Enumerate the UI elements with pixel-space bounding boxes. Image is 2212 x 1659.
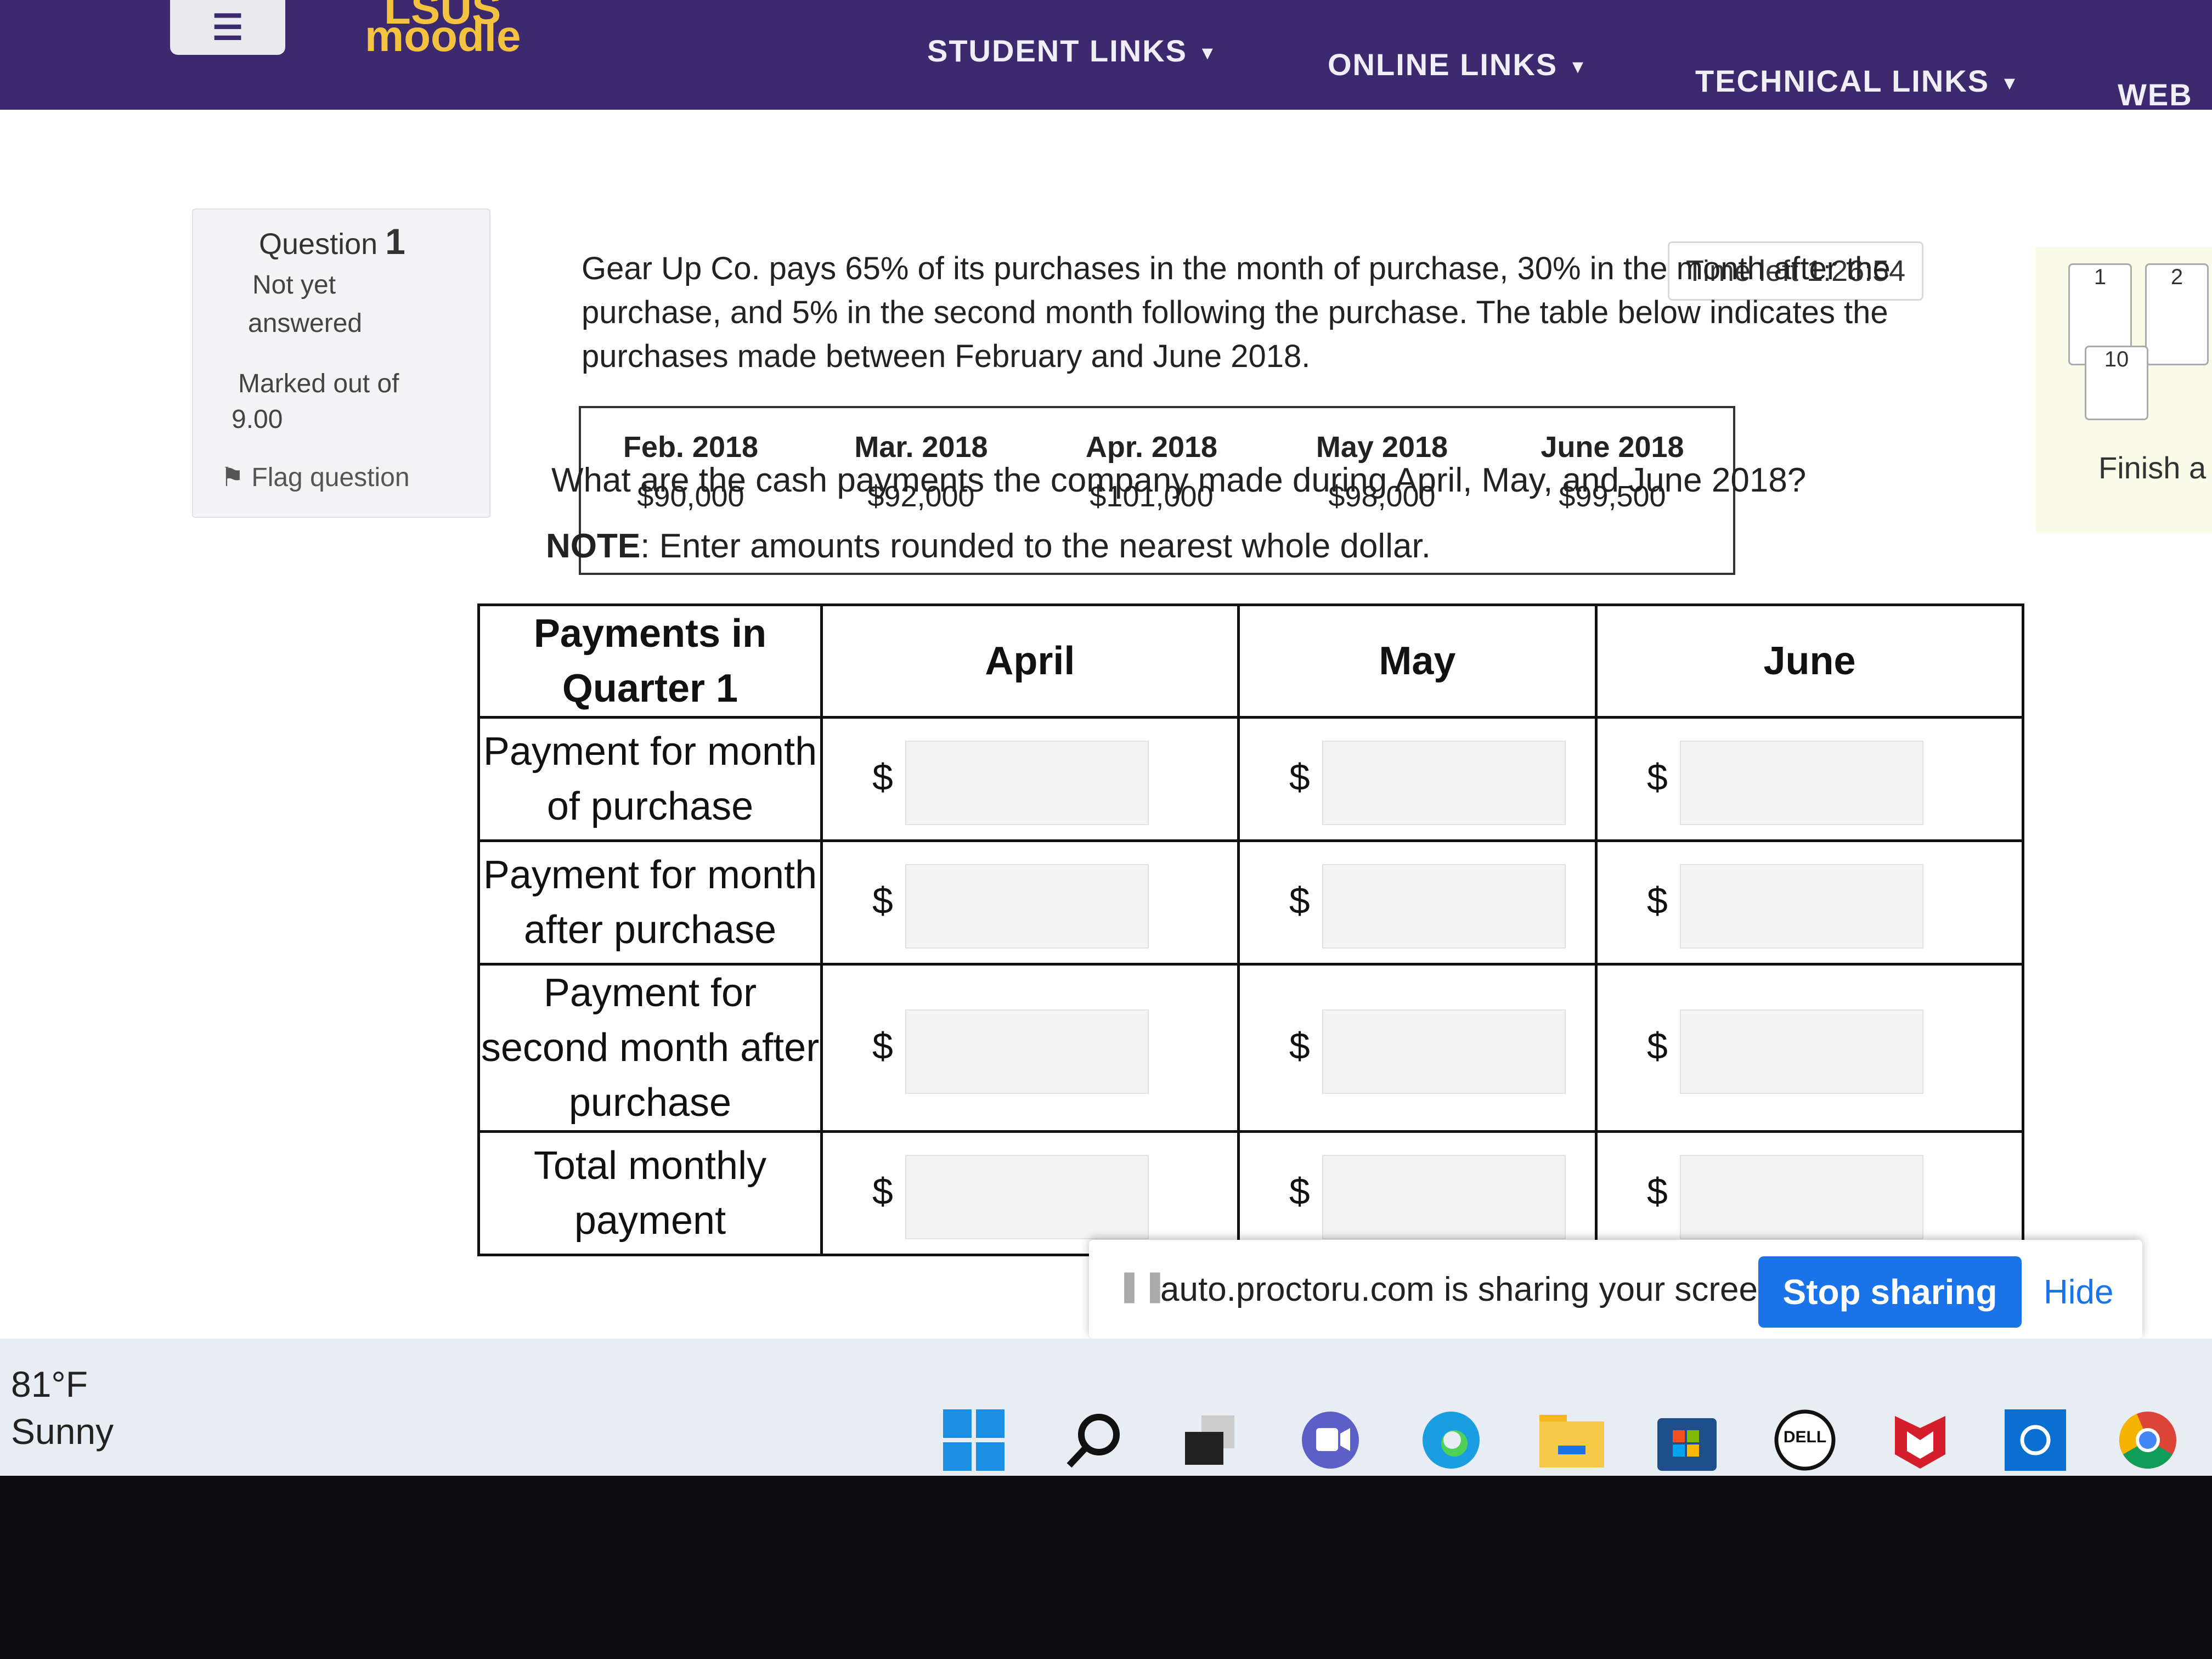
edge-icon[interactable] xyxy=(1415,1404,1487,1476)
table-row: Payment for month after purchase $ $ $ xyxy=(477,839,2024,966)
currency-symbol: $ xyxy=(1289,1171,1310,1212)
moodle-logo[interactable]: moodle xyxy=(365,11,521,61)
column-june: June xyxy=(1595,603,2024,719)
marked-out-of-value: 9.00 xyxy=(232,405,283,434)
quiz-nav-button-10[interactable]: 10 xyxy=(2085,346,2148,420)
hamburger-menu-button[interactable]: ☰ xyxy=(170,0,285,55)
answer-header-row: Payments in Quarter 1 April May June xyxy=(477,603,2024,719)
hamburger-icon: ☰ xyxy=(212,7,244,47)
purchase-month-apr: Apr. 2018 xyxy=(1085,431,1218,464)
table-row: Total monthly payment $ $ $ xyxy=(477,1130,2024,1256)
search-icon[interactable] xyxy=(1059,1404,1130,1476)
nav-technical-links-label: TECHNICAL LINKS xyxy=(1695,64,1990,98)
quiz-nav-button-2[interactable]: 2 xyxy=(2145,263,2209,365)
question-text: Gear Up Co. pays 65% of its purchases in… xyxy=(582,251,1891,374)
caret-down-icon: ▼ xyxy=(1198,42,1218,64)
currency-symbol: $ xyxy=(1289,1025,1310,1067)
rounding-note: NOTE: Enter amounts rounded to the neare… xyxy=(546,527,1431,566)
june-month-of-purchase-input[interactable] xyxy=(1680,741,1923,825)
cortana-icon[interactable] xyxy=(2000,1404,2071,1476)
row-label-second-month-after: Payment for second month after purchase xyxy=(477,963,823,1133)
weather-temperature: 81°F xyxy=(11,1364,88,1404)
status-line-2: answered xyxy=(248,309,363,338)
may-month-of-purchase-input[interactable] xyxy=(1322,741,1566,825)
april-month-of-purchase-input[interactable] xyxy=(905,741,1149,825)
june-total-input[interactable] xyxy=(1680,1155,1923,1239)
mcafee-icon[interactable] xyxy=(1884,1404,1956,1476)
currency-symbol: $ xyxy=(1647,880,1668,922)
table-row: Payment for month of purchase $ $ $ xyxy=(477,716,2024,842)
may-total-input[interactable] xyxy=(1322,1155,1566,1239)
store-icon[interactable] xyxy=(1651,1404,1723,1476)
weather-widget[interactable]: 81°F Sunny xyxy=(11,1361,114,1455)
row-label-month-of-purchase: Payment for month of purchase xyxy=(477,716,823,842)
currency-symbol: $ xyxy=(1647,1171,1668,1212)
april-total-input[interactable] xyxy=(905,1155,1149,1239)
finish-attempt-link[interactable]: Finish a xyxy=(2098,450,2206,486)
note-text: : Enter amounts rounded to the nearest w… xyxy=(640,527,1431,565)
nav-student-links[interactable]: STUDENT LINKS ▼ xyxy=(927,33,1218,69)
nav-technical-links[interactable]: TECHNICAL LINKS ▼ xyxy=(1695,63,2020,99)
currency-symbol: $ xyxy=(1289,757,1310,798)
row-label-month-after-purchase: Payment for month after purchase xyxy=(477,839,823,966)
caret-down-icon: ▼ xyxy=(1568,56,1588,77)
purchase-month-jun: June 2018 xyxy=(1541,431,1684,464)
flag-question-label: Flag question xyxy=(251,463,410,492)
dell-icon-label: DELL xyxy=(1783,1428,1827,1446)
quiz-page: Question 1 Not yet answered Marked out of… xyxy=(0,110,2212,1339)
status-line-1: Not yet xyxy=(252,270,336,300)
june-month-after-input[interactable] xyxy=(1680,864,1923,949)
currency-symbol: $ xyxy=(872,757,893,798)
nav-online-links-label: ONLINE LINKS xyxy=(1328,47,1558,82)
question-prompt: What are the cash payments the company m… xyxy=(551,461,1807,499)
may-second-month-input[interactable] xyxy=(1322,1009,1566,1094)
currency-symbol: $ xyxy=(872,880,893,922)
nav-online-links[interactable]: ONLINE LINKS ▼ xyxy=(1328,47,1588,82)
file-explorer-icon[interactable] xyxy=(1536,1404,1607,1476)
currency-symbol: $ xyxy=(1647,1025,1668,1067)
table-row: Payment for second month after purchase … xyxy=(477,963,2024,1133)
column-april: April xyxy=(820,603,1240,719)
currency-symbol: $ xyxy=(1289,880,1310,922)
caret-down-icon: ▼ xyxy=(2000,72,2020,94)
question-number: 1 xyxy=(385,221,405,262)
currency-symbol: $ xyxy=(872,1171,893,1212)
flag-question-link[interactable]: ⚑ Flag question xyxy=(221,462,410,493)
stop-sharing-button[interactable]: Stop sharing xyxy=(1758,1256,2022,1328)
header-payments-in-quarter: Payments in Quarter 1 xyxy=(477,603,823,719)
april-second-month-input[interactable] xyxy=(905,1009,1149,1094)
chrome-icon[interactable] xyxy=(2112,1404,2183,1476)
question-info-block: Question 1 Not yet answered Marked out of… xyxy=(192,208,490,518)
teams-icon[interactable] xyxy=(1295,1404,1366,1476)
purchase-month-mar: Mar. 2018 xyxy=(854,431,988,464)
may-month-after-input[interactable] xyxy=(1322,864,1566,949)
purchase-month-may: May 2018 xyxy=(1316,431,1448,464)
currency-symbol: $ xyxy=(1647,757,1668,798)
june-second-month-input[interactable] xyxy=(1680,1009,1923,1094)
screen-bezel xyxy=(0,1476,2212,1659)
question-number-line: Question 1 xyxy=(259,221,405,262)
top-navigation-bar: ☰ LSUS moodle STUDENT LINKS ▼ ONLINE LINK… xyxy=(0,0,2212,148)
note-label: NOTE xyxy=(546,527,641,565)
sharing-message: auto.proctoru.com is sharing your screen… xyxy=(1160,1271,1786,1308)
hide-sharing-bar-button[interactable]: Hide xyxy=(2044,1273,2114,1312)
row-label-total-monthly-payment: Total monthly payment xyxy=(477,1130,823,1256)
column-may: May xyxy=(1237,603,1598,719)
windows-start-icon[interactable] xyxy=(938,1404,1009,1476)
purchase-month-feb: Feb. 2018 xyxy=(623,431,759,464)
quiz-navigation-panel: 1 2 10 xyxy=(2035,247,2212,532)
marked-out-of-label: Marked out of xyxy=(238,369,399,398)
nav-student-links-label: STUDENT LINKS xyxy=(927,33,1187,68)
weather-condition: Sunny xyxy=(11,1411,114,1452)
april-month-after-input[interactable] xyxy=(905,864,1149,949)
question-label: Question xyxy=(259,228,378,261)
task-view-icon[interactable] xyxy=(1174,1404,1245,1476)
currency-symbol: $ xyxy=(872,1025,893,1067)
flag-icon: ⚑ xyxy=(221,463,245,492)
screen-sharing-bar: ❚❚ auto.proctoru.com is sharing your scr… xyxy=(1089,1240,2142,1339)
payments-answer-table: Payments in Quarter 1 April May June Pay… xyxy=(477,603,2024,1256)
